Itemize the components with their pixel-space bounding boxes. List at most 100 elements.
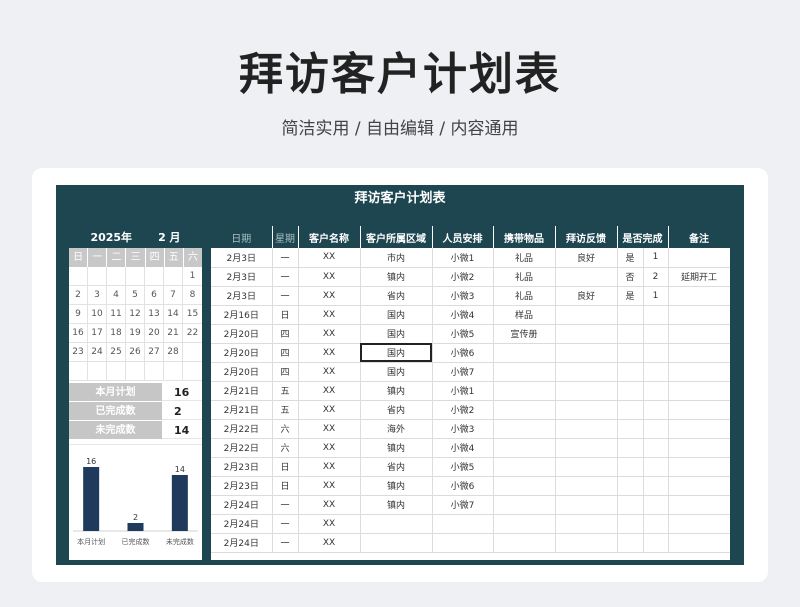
calendar-day[interactable]: 14	[164, 305, 183, 324]
table-cell[interactable]: 国内	[360, 343, 433, 363]
table-cell[interactable]	[493, 400, 556, 420]
table-cell[interactable]: XX	[298, 495, 361, 515]
table-cell[interactable]	[617, 438, 644, 458]
table-cell[interactable]	[617, 362, 644, 382]
table-cell[interactable]: XX	[298, 248, 361, 268]
table-cell[interactable]: 2月22日	[211, 438, 273, 458]
table-cell[interactable]: 小微4	[432, 438, 494, 458]
table-cell[interactable]: 1	[643, 248, 669, 268]
table-cell[interactable]: 日	[272, 476, 299, 496]
table-cell[interactable]	[668, 457, 730, 477]
table-cell[interactable]	[617, 533, 644, 553]
calendar-day[interactable]: 25	[107, 343, 126, 362]
table-cell[interactable]: XX	[298, 267, 361, 287]
table-cell[interactable]	[617, 476, 644, 496]
table-cell[interactable]	[555, 476, 618, 496]
table-cell[interactable]: 镇内	[360, 476, 433, 496]
table-cell[interactable]	[360, 533, 433, 553]
table-cell[interactable]: 国内	[360, 362, 433, 382]
table-cell[interactable]: 2月23日	[211, 457, 273, 477]
table-header-cell[interactable]: 星期	[272, 226, 299, 248]
table-cell[interactable]: 2月24日	[211, 514, 273, 534]
table-cell[interactable]	[668, 381, 730, 401]
table-cell[interactable]	[643, 305, 669, 325]
table-cell[interactable]	[617, 457, 644, 477]
table-cell[interactable]: XX	[298, 400, 361, 420]
calendar-day[interactable]: 20	[145, 324, 164, 343]
calendar-day[interactable]: 8	[183, 286, 202, 305]
table-cell[interactable]	[668, 343, 730, 363]
calendar-day[interactable]: 24	[88, 343, 107, 362]
table-cell[interactable]	[668, 514, 730, 534]
stat-value[interactable]: 16	[162, 383, 202, 401]
table-cell[interactable]: 小微7	[432, 362, 494, 382]
table-cell[interactable]	[555, 305, 618, 325]
table-cell[interactable]	[643, 514, 669, 534]
calendar-day[interactable]: 1	[183, 267, 202, 286]
calendar-day[interactable]: 3	[88, 286, 107, 305]
table-cell[interactable]	[493, 362, 556, 382]
table-cell[interactable]: 镇内	[360, 495, 433, 515]
table-cell[interactable]: XX	[298, 476, 361, 496]
table-cell[interactable]	[617, 343, 644, 363]
table-cell[interactable]	[643, 419, 669, 439]
calendar-day[interactable]: 21	[164, 324, 183, 343]
calendar-year[interactable]: 2025年	[90, 229, 132, 245]
table-cell[interactable]: 延期开工	[668, 267, 730, 287]
table-cell[interactable]	[617, 400, 644, 420]
table-cell[interactable]: 小微1	[432, 381, 494, 401]
table-cell[interactable]	[643, 476, 669, 496]
table-cell[interactable]: 礼品	[493, 267, 556, 287]
table-cell[interactable]	[493, 343, 556, 363]
table-cell[interactable]: 小微6	[432, 476, 494, 496]
calendar-day[interactable]: 22	[183, 324, 202, 343]
table-cell[interactable]	[493, 514, 556, 534]
table-cell[interactable]: 四	[272, 362, 299, 382]
table-cell[interactable]: 宣传册	[493, 324, 556, 344]
table-cell[interactable]: 市内	[360, 248, 433, 268]
table-cell[interactable]	[643, 324, 669, 344]
table-cell[interactable]	[617, 419, 644, 439]
table-header-cell[interactable]: 人员安排	[432, 226, 494, 248]
calendar-day[interactable]: 5	[126, 286, 145, 305]
table-cell[interactable]	[432, 533, 494, 553]
table-cell[interactable]: 2月21日	[211, 381, 273, 401]
table-cell[interactable]: 国内	[360, 324, 433, 344]
table-cell[interactable]	[617, 495, 644, 515]
table-cell[interactable]: XX	[298, 381, 361, 401]
table-cell[interactable]	[643, 457, 669, 477]
table-cell[interactable]	[617, 305, 644, 325]
calendar-day[interactable]: 28	[164, 343, 183, 362]
table-cell[interactable]	[617, 324, 644, 344]
calendar-day[interactable]: 10	[88, 305, 107, 324]
table-cell[interactable]: 2月24日	[211, 533, 273, 553]
table-cell[interactable]	[643, 362, 669, 382]
calendar-day[interactable]: 18	[107, 324, 126, 343]
table-cell[interactable]	[643, 343, 669, 363]
table-cell[interactable]: 是	[617, 248, 644, 268]
table-cell[interactable]: 2月22日	[211, 419, 273, 439]
table-cell[interactable]	[555, 267, 618, 287]
table-cell[interactable]	[617, 381, 644, 401]
table-cell[interactable]: 1	[643, 286, 669, 306]
table-cell[interactable]	[668, 419, 730, 439]
table-cell[interactable]	[668, 362, 730, 382]
table-cell[interactable]: 小微3	[432, 286, 494, 306]
table-cell[interactable]: 国内	[360, 305, 433, 325]
table-cell[interactable]	[555, 495, 618, 515]
table-cell[interactable]: 2月20日	[211, 324, 273, 344]
table-cell[interactable]: XX	[298, 362, 361, 382]
calendar-day[interactable]: 11	[107, 305, 126, 324]
table-cell[interactable]: 四	[272, 343, 299, 363]
table-cell[interactable]: 一	[272, 495, 299, 515]
table-cell[interactable]: 礼品	[493, 248, 556, 268]
table-cell[interactable]	[668, 476, 730, 496]
calendar-day[interactable]: 6	[145, 286, 164, 305]
table-cell[interactable]	[643, 533, 669, 553]
table-cell[interactable]	[668, 324, 730, 344]
table-cell[interactable]: 小微4	[432, 305, 494, 325]
table-cell[interactable]	[493, 476, 556, 496]
table-cell[interactable]	[555, 343, 618, 363]
table-header-cell[interactable]: 是否完成	[617, 226, 669, 248]
table-cell[interactable]	[555, 362, 618, 382]
